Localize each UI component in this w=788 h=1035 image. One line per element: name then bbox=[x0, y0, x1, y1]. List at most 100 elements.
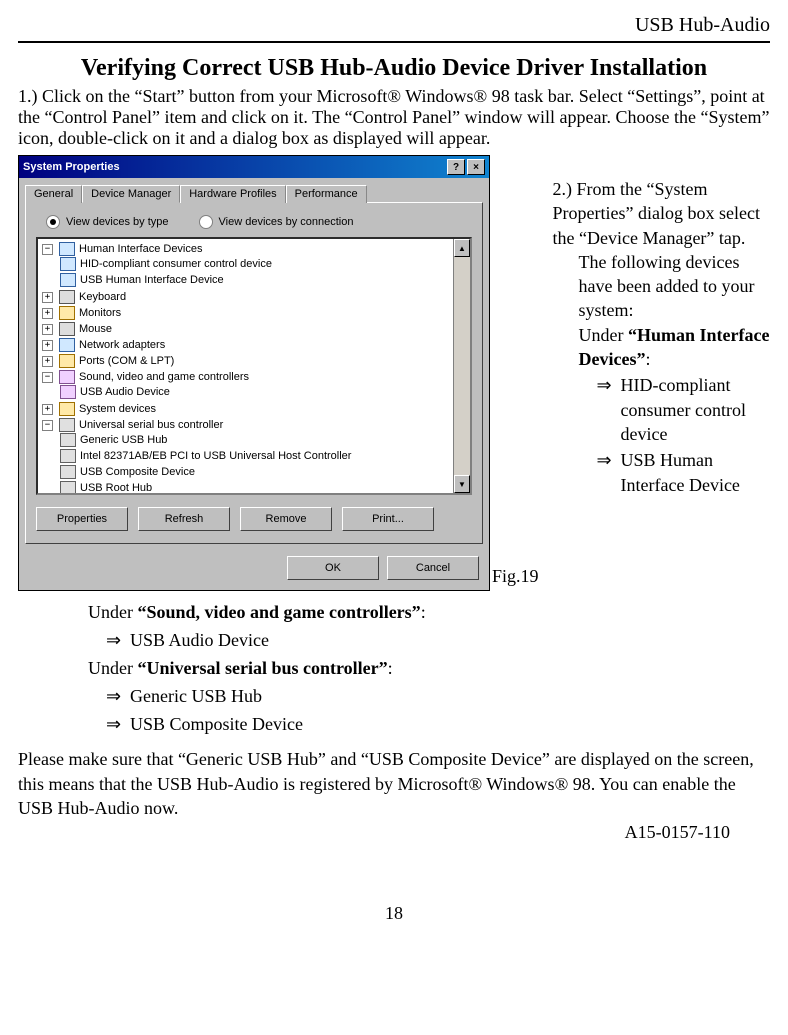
tree-item-label: Intel 82371AB/EB PCI to USB Universal Ho… bbox=[80, 450, 351, 462]
tab-device-manager[interactable]: Device Manager bbox=[82, 185, 180, 203]
tree-item-label: USB Composite Device bbox=[80, 466, 195, 478]
under-prefix: Under bbox=[579, 325, 628, 345]
tree-ports[interactable]: +Ports (COM & LPT) bbox=[42, 354, 470, 368]
step-1: 1.) Click on the “Start” button from you… bbox=[18, 86, 770, 149]
tree-usb-child-0[interactable]: Generic USB Hub bbox=[60, 433, 470, 447]
tree-sysdev[interactable]: + System devices bbox=[42, 402, 470, 416]
ports-icon bbox=[59, 354, 75, 368]
collapse-icon[interactable]: − bbox=[42, 372, 53, 383]
radio-dot-icon bbox=[199, 215, 213, 229]
hid-icon bbox=[59, 242, 75, 256]
list-item: USB Human Interface Device bbox=[597, 448, 770, 497]
header-product: USB Hub-Audio bbox=[18, 14, 770, 37]
radio-by-type-label: View devices by type bbox=[66, 216, 169, 228]
device-icon bbox=[60, 465, 76, 479]
sound-heading: “Sound, video and game controllers” bbox=[137, 602, 420, 622]
tree-item-label: Universal serial bus controller bbox=[79, 419, 223, 431]
close-button[interactable]: × bbox=[467, 159, 485, 175]
collapse-icon[interactable]: − bbox=[42, 244, 53, 255]
radio-by-type[interactable]: View devices by type bbox=[46, 215, 169, 229]
properties-button[interactable]: Properties bbox=[36, 507, 128, 531]
tree-item-label: Mouse bbox=[79, 323, 112, 335]
tree-item-label: HID-compliant consumer control device bbox=[80, 258, 272, 270]
tree-hid[interactable]: − Human Interface Devices bbox=[42, 242, 470, 256]
sound-icon bbox=[59, 370, 75, 384]
expand-icon[interactable]: + bbox=[42, 324, 53, 335]
closing-paragraph: Please make sure that “Generic USB Hub” … bbox=[18, 747, 770, 820]
tree-item-label: Sound, video and game controllers bbox=[79, 371, 249, 383]
dialog-title: System Properties bbox=[23, 161, 445, 173]
expand-icon[interactable]: + bbox=[42, 356, 53, 367]
page-number: 18 bbox=[18, 903, 770, 924]
colon: : bbox=[646, 349, 651, 369]
mouse-icon bbox=[59, 322, 75, 336]
keyboard-icon bbox=[59, 290, 75, 304]
device-icon bbox=[60, 385, 76, 399]
expand-icon[interactable]: + bbox=[42, 308, 53, 319]
tab-panel: View devices by type View devices by con… bbox=[25, 202, 483, 544]
section-title: Verifying Correct USB Hub-Audio Device D… bbox=[18, 55, 770, 82]
tree-item-label: Generic USB Hub bbox=[80, 434, 167, 446]
tree-usb-child-1[interactable]: Intel 82371AB/EB PCI to USB Universal Ho… bbox=[60, 449, 470, 463]
refresh-button[interactable]: Refresh bbox=[138, 507, 230, 531]
tab-general[interactable]: General bbox=[25, 185, 82, 203]
usb-icon bbox=[59, 418, 75, 432]
tree-keyboard[interactable]: + Keyboard bbox=[42, 290, 470, 304]
tree-usb[interactable]: − Universal serial bus controller bbox=[42, 418, 470, 432]
help-button[interactable]: ? bbox=[447, 159, 465, 175]
expand-icon[interactable]: + bbox=[42, 292, 53, 303]
device-icon bbox=[60, 449, 76, 463]
device-icon bbox=[60, 433, 76, 447]
under-prefix: Under bbox=[88, 602, 137, 622]
tree-item-label: USB Root Hub bbox=[80, 482, 152, 494]
usb-heading: “Universal serial bus controller” bbox=[137, 658, 387, 678]
colon: : bbox=[421, 602, 426, 622]
tree-item-label: USB Audio Device bbox=[80, 386, 170, 398]
ok-button[interactable]: OK bbox=[287, 556, 379, 580]
tree-usb-child-2[interactable]: USB Composite Device bbox=[60, 465, 470, 479]
collapse-icon[interactable]: − bbox=[42, 420, 53, 431]
tree-sound-child-0[interactable]: USB Audio Device bbox=[60, 385, 470, 399]
list-item: Generic USB Hub bbox=[106, 683, 770, 709]
remove-button[interactable]: Remove bbox=[240, 507, 332, 531]
step-2: 2.) From the “System Properties” dialog … bbox=[553, 155, 770, 499]
tree-item-label: Keyboard bbox=[79, 291, 126, 303]
tab-hardware-profiles[interactable]: Hardware Profiles bbox=[180, 185, 285, 203]
titlebar: System Properties ? × bbox=[19, 156, 489, 178]
tree-hid-child-0[interactable]: HID-compliant consumer control device bbox=[60, 257, 470, 271]
monitor-icon bbox=[59, 306, 75, 320]
tree-hid-label: Human Interface Devices bbox=[79, 243, 203, 255]
device-icon bbox=[60, 257, 76, 271]
step-2-line2: The following devices have been added to… bbox=[579, 250, 770, 323]
print-button[interactable]: Print... bbox=[342, 507, 434, 531]
figure-label: Fig.19 bbox=[492, 566, 539, 587]
radio-dot-icon bbox=[46, 215, 60, 229]
tree-item-label: USB Human Interface Device bbox=[80, 274, 224, 286]
radio-by-connection[interactable]: View devices by connection bbox=[199, 215, 354, 229]
tree-network[interactable]: + Network adapters bbox=[42, 338, 470, 352]
system-icon bbox=[59, 402, 75, 416]
tree-monitors[interactable]: + Monitors bbox=[42, 306, 470, 320]
tree-item-label: System devices bbox=[79, 403, 156, 415]
expand-icon[interactable]: + bbox=[42, 404, 53, 415]
device-icon bbox=[60, 481, 76, 495]
step-1-num: 1.) bbox=[18, 86, 38, 106]
list-item: HID-compliant consumer control device bbox=[597, 373, 770, 446]
cancel-button[interactable]: Cancel bbox=[387, 556, 479, 580]
device-icon bbox=[60, 273, 76, 287]
step-2-num: 2.) bbox=[553, 179, 573, 199]
tree-item-label: Network adapters bbox=[79, 339, 165, 351]
header-rule bbox=[18, 41, 770, 43]
device-tree[interactable]: ▲ ▼ −Human Interface Devices HID-complia… bbox=[36, 237, 472, 495]
tree-sound[interactable]: − Sound, video and game controllers bbox=[42, 370, 470, 384]
expand-icon[interactable]: + bbox=[42, 340, 53, 351]
tree-hid-child-1[interactable]: USB Human Interface Device bbox=[60, 273, 470, 287]
tab-performance[interactable]: Performance bbox=[286, 185, 367, 203]
tree-mouse[interactable]: + Mouse bbox=[42, 322, 470, 336]
system-properties-dialog: System Properties ? × General Device Man… bbox=[18, 155, 490, 591]
tree-usb-child-3[interactable]: USB Root Hub bbox=[60, 481, 470, 495]
list-item: USB Composite Device bbox=[106, 711, 770, 737]
step-2-intro: From the “System Properties” dialog box … bbox=[553, 179, 760, 248]
tree-item-label: Monitors bbox=[79, 307, 121, 319]
tab-strip: General Device Manager Hardware Profiles… bbox=[19, 178, 489, 202]
